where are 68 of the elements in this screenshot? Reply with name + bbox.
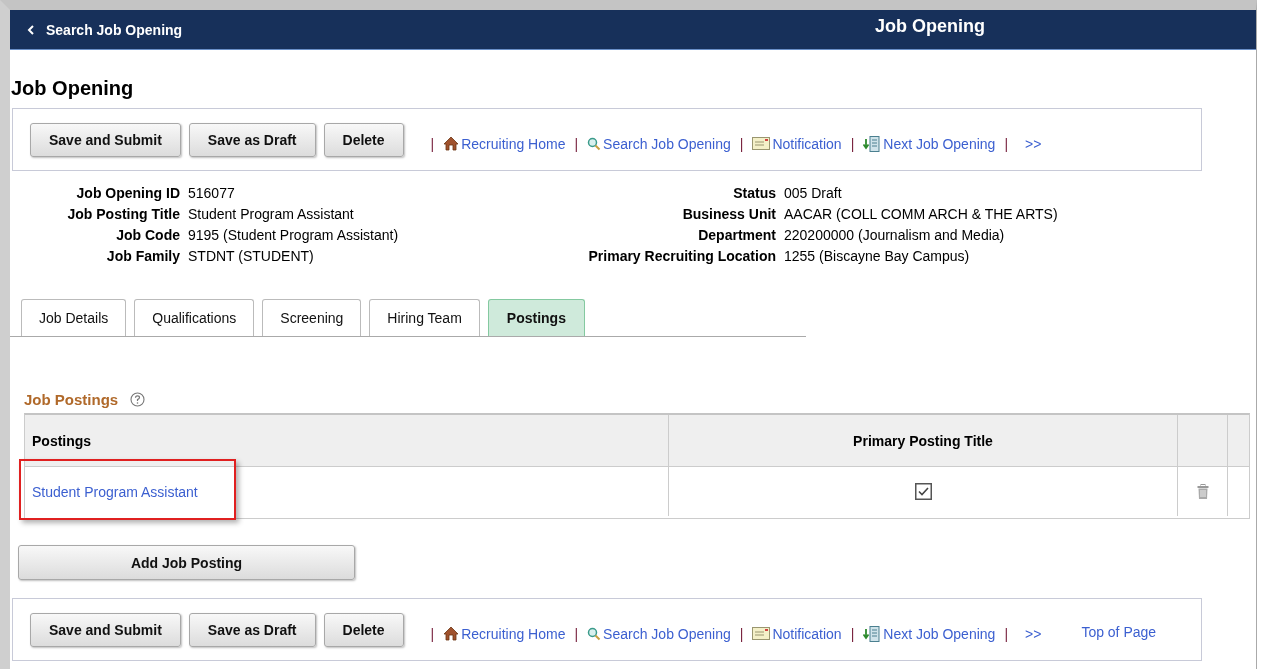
toolbar-link[interactable]: Notification <box>752 135 842 152</box>
field-value: 1255 (Biscayne Bay Campus) <box>784 248 971 266</box>
field-label: Status <box>732 185 776 203</box>
toolbar-link[interactable]: >> <box>1025 625 1042 642</box>
field-value: Student Program Assistant <box>188 206 355 224</box>
field-value: 9195 (Student Program Assistant) <box>188 227 400 245</box>
document-arrow-icon <box>863 625 882 642</box>
toolbar-link[interactable]: Recruiting Home <box>443 135 566 152</box>
field-value: 516077 <box>188 185 236 203</box>
toolbar-link[interactable]: Next Job Opening <box>863 135 996 152</box>
tab[interactable]: Postings <box>487 299 585 336</box>
toolbar-link[interactable]: Recruiting Home <box>443 625 566 642</box>
page-title: Job Opening <box>10 76 135 101</box>
field-label: Job Code <box>115 227 180 245</box>
toolbar-button[interactable]: Delete <box>323 122 404 157</box>
toolbar-link[interactable]: Search Job Opening <box>587 135 731 152</box>
field-label: Department <box>697 227 776 245</box>
separator: | <box>1004 135 1008 152</box>
column-header: Postings <box>25 415 669 466</box>
checkbox[interactable] <box>914 483 932 500</box>
trash-icon[interactable] <box>1196 483 1209 500</box>
house-icon <box>443 136 460 151</box>
toolbar-button[interactable]: Save and Submit <box>30 612 181 647</box>
toolbar-button[interactable]: Save as Draft <box>188 612 316 647</box>
help-icon[interactable] <box>130 391 146 407</box>
envelope-icon <box>752 627 771 640</box>
toolbar-link[interactable]: Notification <box>752 625 842 642</box>
separator: | <box>739 135 744 152</box>
search-icon <box>587 136 602 151</box>
field-value: AACAR (COLL COMM ARCH & THE ARTS) <box>784 206 1059 224</box>
tab[interactable]: Hiring Team <box>369 299 480 336</box>
envelope-icon <box>752 137 771 150</box>
document-arrow-icon <box>863 135 882 152</box>
separator: | <box>850 625 855 642</box>
header-title: Job Opening <box>875 16 986 37</box>
toolbar-button[interactable]: Save and Submit <box>30 122 181 157</box>
posting-link[interactable]: Student Program Assistant <box>32 483 198 500</box>
back-link[interactable]: Search Job Opening <box>10 21 875 38</box>
search-icon <box>587 626 602 641</box>
separator: | <box>1004 625 1008 642</box>
field-label: Business Unit <box>681 206 776 224</box>
toolbar-link[interactable]: Search Job Opening <box>587 625 731 642</box>
column-header: Primary Posting Title <box>669 415 1178 466</box>
add-posting-button[interactable]: Add Job Posting <box>18 545 355 580</box>
field-value: 005 Draft <box>784 185 843 203</box>
tab[interactable]: Qualifications <box>134 299 255 336</box>
toolbar-link[interactable]: >> <box>1025 135 1042 152</box>
house-icon <box>443 626 460 641</box>
field-label: Job Family <box>105 248 180 266</box>
separator: | <box>574 625 579 642</box>
field-value: 220200000 (Journalism and Media) <box>784 227 1006 245</box>
field-value: STDNT (STUDENT) <box>188 248 315 266</box>
toolbar-button[interactable]: Delete <box>323 612 404 647</box>
section-title: Job Postings <box>24 390 119 408</box>
field-label: Job Opening ID <box>75 185 180 203</box>
separator: | <box>850 135 855 152</box>
top-of-page-link[interactable]: Top of Page <box>1081 623 1157 640</box>
chevron-left-icon <box>27 24 35 35</box>
separator: | <box>430 135 435 152</box>
separator: | <box>430 625 435 642</box>
tab[interactable]: Job Details <box>21 299 127 336</box>
tab[interactable]: Screening <box>262 299 362 336</box>
toolbar-button[interactable]: Save as Draft <box>188 122 316 157</box>
separator: | <box>574 135 579 152</box>
separator: | <box>739 625 744 642</box>
field-label: Primary Recruiting Location <box>588 248 776 266</box>
toolbar-link[interactable]: Next Job Opening <box>863 625 996 642</box>
field-label: Job Posting Title <box>66 206 180 224</box>
